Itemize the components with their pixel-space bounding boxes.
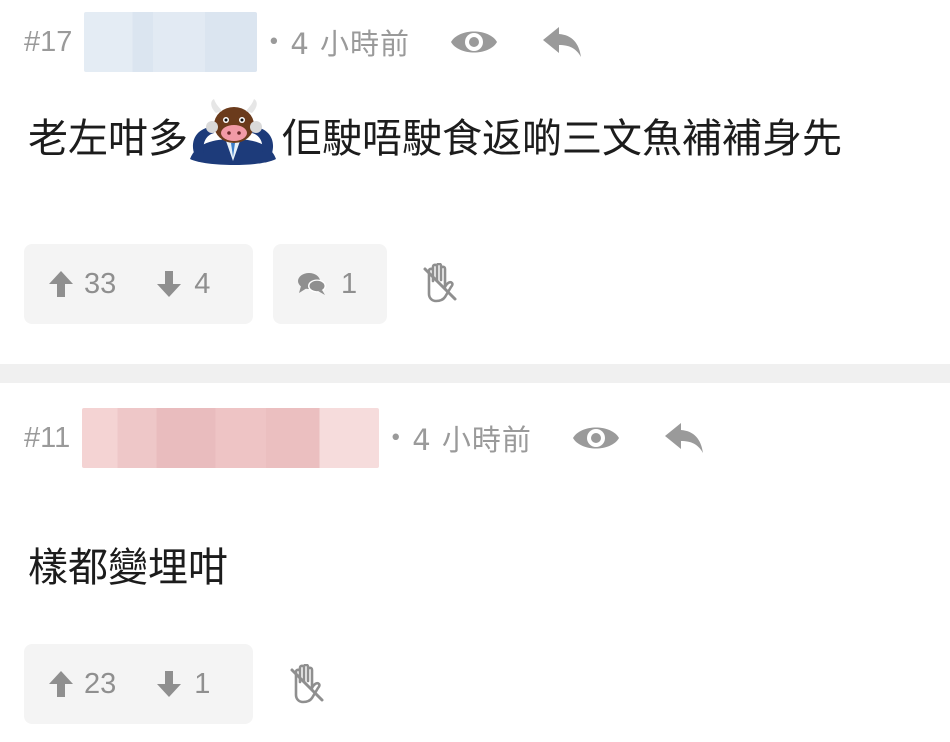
upvote-count: 33 (84, 267, 117, 300)
hand-block-icon (290, 664, 324, 704)
post-11: #11 • 4 小時前 樣都變埋咁 23 1 (0, 383, 950, 742)
arrow-up-icon (49, 271, 73, 297)
arrow-down-icon (157, 671, 182, 697)
eye-icon (572, 427, 619, 449)
meta-separator-dot: • (389, 425, 403, 451)
reply-icon-button[interactable] (536, 16, 588, 68)
blurred-username[interactable] (84, 12, 258, 72)
upvote-button[interactable] (48, 670, 74, 698)
post-time: 4 小時前 (290, 27, 411, 61)
post-text-part-2: 佢駛唔駛食返啲三文魚補補身先 (282, 116, 842, 162)
upvote-count: 23 (84, 667, 117, 700)
view-icon-button[interactable] (570, 412, 622, 464)
block-user-button[interactable] (287, 664, 327, 704)
replies-button[interactable]: 1 (273, 244, 387, 324)
hand-block-icon (423, 263, 457, 303)
post-text-part-1: 老左咁多 (28, 116, 188, 162)
downvote-count: 4 (194, 267, 211, 300)
upvote-button[interactable] (48, 270, 74, 298)
reply-count: 1 (341, 267, 358, 300)
eye-icon (451, 31, 498, 53)
vote-box: 33 4 (24, 244, 253, 324)
meta-separator-dot: • (267, 29, 281, 55)
downvote-button[interactable] (156, 670, 182, 698)
post-content: 樣都變埋咁 (28, 545, 228, 591)
post-separator (0, 364, 950, 383)
post-number: #17 (24, 25, 73, 58)
post-number: #11 (24, 421, 71, 454)
post-meta: #17 • 4 小時前 (24, 10, 588, 74)
post-time: 4 小時前 (412, 423, 532, 457)
arrow-down-icon (157, 271, 182, 297)
post-17: #17 • 4 小時前 老左咁多 佢駛唔駛食返啲三文魚補補身先 33 4 1 (0, 0, 950, 364)
blurred-username[interactable] (82, 408, 380, 468)
downvote-count: 1 (194, 667, 211, 700)
view-icon-button[interactable] (448, 16, 500, 68)
reply-arrow-icon (664, 423, 703, 453)
arrow-up-icon (49, 671, 73, 697)
downvote-button[interactable] (156, 270, 182, 298)
block-user-button[interactable] (420, 263, 460, 303)
vote-box: 23 1 (24, 644, 253, 724)
post-meta: #11 • 4 小時前 (24, 406, 710, 470)
cow-in-suit-emoji (190, 99, 276, 165)
post-content: 老左咁多 佢駛唔駛食返啲三文魚補補身先 (28, 99, 842, 177)
reply-icon-button[interactable] (658, 412, 710, 464)
comment-bubble-icon (297, 271, 327, 297)
reply-arrow-icon (543, 27, 582, 57)
